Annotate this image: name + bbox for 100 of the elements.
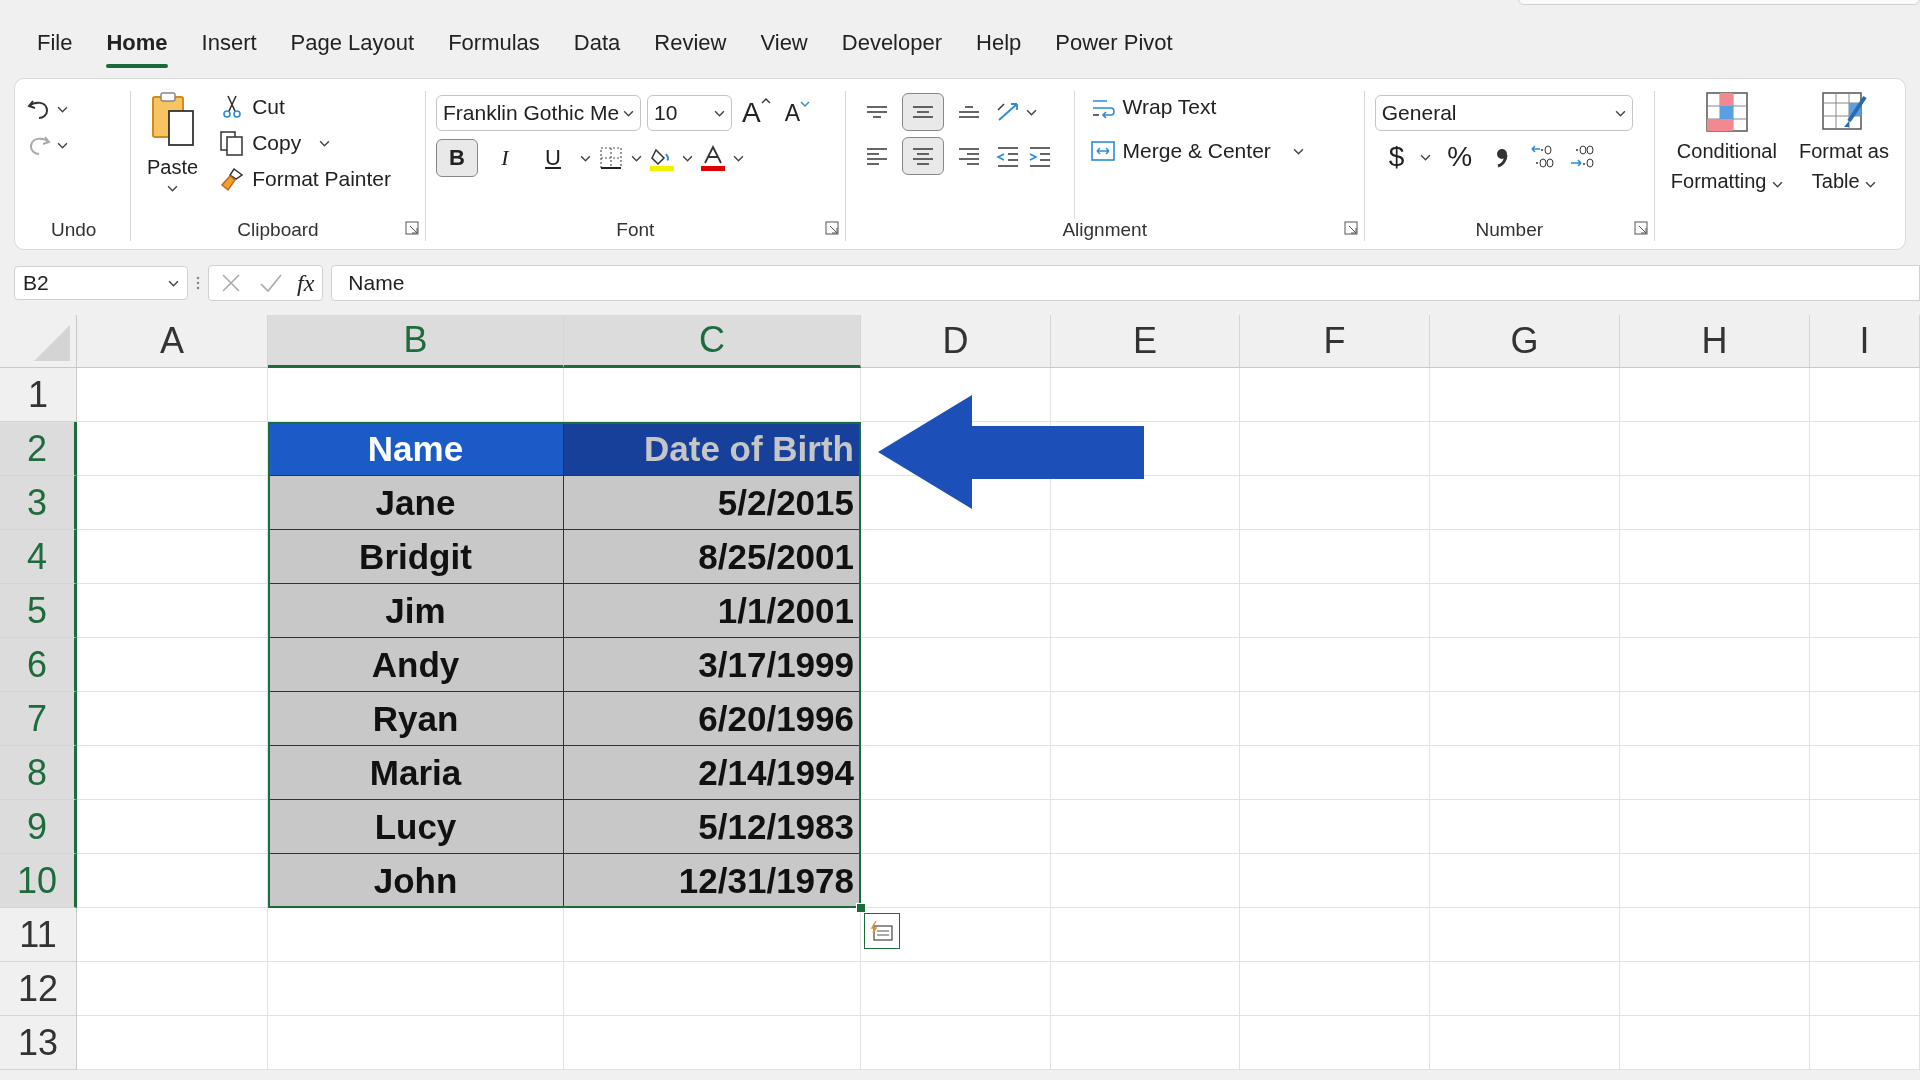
ribbon-tab[interactable]: Formulas: [431, 30, 557, 64]
header-cell[interactable]: Name: [268, 422, 564, 476]
name-box[interactable]: B2: [14, 266, 188, 300]
ribbon-tab[interactable]: Power Pivot: [1038, 30, 1190, 64]
column-header[interactable]: C: [564, 315, 861, 368]
table-cell[interactable]: Jane: [268, 476, 564, 530]
row-header[interactable]: 3: [0, 476, 77, 530]
font-size-field[interactable]: 10: [647, 95, 732, 131]
borders-icon[interactable]: [597, 144, 625, 172]
table-cell[interactable]: John: [268, 854, 564, 908]
column-header[interactable]: B: [268, 315, 564, 368]
merge-center-button[interactable]: Merge & Center: [1084, 135, 1275, 167]
currency-button[interactable]: $: [1384, 139, 1409, 175]
row-header[interactable]: 10: [0, 854, 77, 908]
caret-icon[interactable]: [623, 109, 634, 117]
ribbon-tab[interactable]: Help: [959, 30, 1039, 64]
ribbon-tab[interactable]: View: [743, 30, 825, 64]
grow-font-button[interactable]: A: [738, 95, 775, 131]
fill-handle[interactable]: [856, 903, 866, 913]
caret-icon[interactable]: [631, 154, 642, 162]
table-cell[interactable]: 8/25/2001: [564, 530, 861, 584]
row-header[interactable]: 5: [0, 584, 77, 638]
row-header[interactable]: 11: [0, 908, 77, 962]
column-header[interactable]: E: [1051, 315, 1240, 368]
caret-icon[interactable]: [1865, 181, 1877, 188]
ribbon-tab[interactable]: Review: [637, 30, 744, 64]
ribbon-tab[interactable]: Developer: [824, 30, 960, 64]
row-header[interactable]: 13: [0, 1016, 77, 1070]
format-painter-button[interactable]: Format Painter: [214, 163, 396, 195]
launcher-icon[interactable]: [1633, 221, 1648, 235]
ribbon-tab[interactable]: Data: [556, 30, 638, 64]
ribbon-tab[interactable]: Page Layout: [273, 30, 432, 64]
caret-icon[interactable]: [733, 154, 744, 162]
launcher-icon[interactable]: [405, 221, 419, 235]
increase-decimal-icon[interactable]: [1528, 143, 1557, 171]
caret-icon[interactable]: [1420, 153, 1432, 161]
table-cell[interactable]: Andy: [268, 638, 564, 692]
caret-icon[interactable]: [580, 154, 591, 162]
column-header[interactable]: F: [1240, 315, 1430, 368]
caret-icon[interactable]: [1025, 108, 1037, 116]
formula-field[interactable]: Name: [331, 265, 1920, 301]
table-cell[interactable]: 6/20/1996: [564, 692, 861, 746]
caret-icon[interactable]: [57, 141, 68, 149]
caret-icon[interactable]: [714, 109, 725, 117]
table-cell[interactable]: 5/12/1983: [564, 800, 861, 854]
column-header[interactable]: D: [861, 315, 1051, 368]
table-cell[interactable]: Bridgit: [268, 530, 564, 584]
wrap-text-button[interactable]: Wrap Text: [1084, 91, 1304, 123]
row-header[interactable]: 8: [0, 746, 77, 800]
column-header[interactable]: H: [1620, 315, 1810, 368]
table-cell[interactable]: 2/14/1994: [564, 746, 861, 800]
font-color-icon[interactable]: [699, 144, 727, 172]
decrease-decimal-icon[interactable]: [1568, 143, 1597, 171]
number-format-field[interactable]: General: [1374, 95, 1633, 131]
table-cell[interactable]: Jim: [268, 584, 564, 638]
column-header[interactable]: A: [77, 315, 268, 368]
table-brush-icon[interactable]: [1821, 91, 1867, 133]
table-cell[interactable]: 1/1/2001: [564, 584, 861, 638]
shrink-font-button[interactable]: A: [780, 97, 815, 129]
row-header[interactable]: 2: [0, 422, 77, 476]
caret-icon[interactable]: [682, 154, 693, 162]
italic-button[interactable]: I: [484, 139, 526, 177]
row-header[interactable]: 6: [0, 638, 77, 692]
row-header[interactable]: 7: [0, 692, 77, 746]
quick-analysis-button[interactable]: [864, 913, 900, 949]
ribbon-tab[interactable]: Insert: [184, 30, 274, 64]
cut-button[interactable]: Cut: [214, 91, 396, 123]
font-name-field[interactable]: Franklin Gothic Me: [436, 95, 641, 131]
row-header[interactable]: 4: [0, 530, 77, 584]
underline-button[interactable]: U: [532, 139, 574, 177]
format-as-table-button[interactable]: Format as Table: [1792, 91, 1895, 241]
row-header[interactable]: 9: [0, 800, 77, 854]
launcher-icon[interactable]: [824, 221, 839, 235]
paste-button[interactable]: Paste: [141, 91, 205, 219]
caret-icon[interactable]: [57, 105, 68, 113]
ribbon-tab[interactable]: File: [20, 30, 90, 64]
percent-button[interactable]: %: [1443, 139, 1477, 175]
caret-icon[interactable]: [167, 185, 179, 192]
table-cell[interactable]: 12/31/1978: [564, 854, 861, 908]
row-header[interactable]: 1: [0, 368, 77, 422]
caret-icon[interactable]: [1614, 109, 1626, 117]
caret-icon[interactable]: [319, 139, 331, 147]
table-cell[interactable]: 5/2/2015: [564, 476, 861, 530]
table-cell[interactable]: 3/17/1999: [564, 638, 861, 692]
caret-icon[interactable]: [1292, 147, 1304, 155]
align-center-button[interactable]: [901, 137, 944, 175]
insert-function-button[interactable]: fx: [297, 269, 315, 297]
copy-button[interactable]: Copy: [214, 127, 306, 159]
column-header[interactable]: G: [1430, 315, 1620, 368]
table-cell[interactable]: Maria: [268, 746, 564, 800]
table-cell[interactable]: Ryan: [268, 692, 564, 746]
column-header[interactable]: I: [1810, 315, 1920, 368]
launcher-icon[interactable]: [1343, 221, 1358, 235]
caret-icon[interactable]: [1771, 181, 1783, 188]
caret-icon[interactable]: [168, 279, 179, 287]
table-cell[interactable]: Lucy: [268, 800, 564, 854]
row-header[interactable]: 12: [0, 962, 77, 1016]
bold-button[interactable]: B: [436, 139, 478, 177]
align-middle-button[interactable]: [901, 93, 944, 131]
conditional-formatting-button[interactable]: Conditional Formatting: [1664, 91, 1789, 241]
